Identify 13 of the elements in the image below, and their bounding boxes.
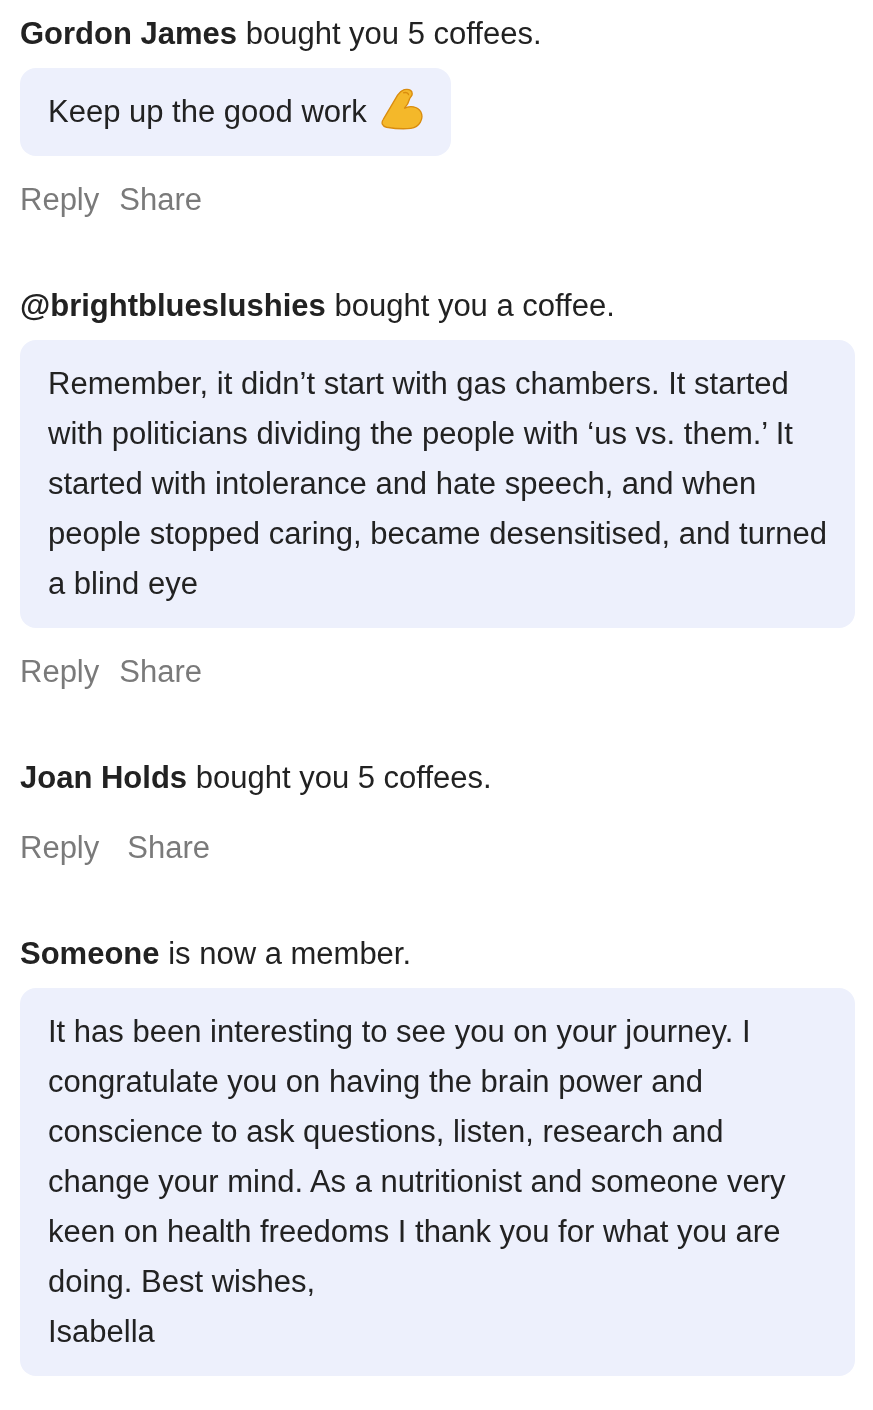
share-button[interactable]: Share xyxy=(127,828,210,868)
message-bubble: It has been interesting to see you on your journey. I congratulate you on having the brain power and conscience to ask questions, listen, research and change your mind. As a nutritionist and someone very keen on health freedoms I thank you for what you are doing. Best wishes, Isabella xyxy=(20,988,855,1376)
notification-text: Someone is now a member. xyxy=(20,935,412,973)
reply-button[interactable]: Reply xyxy=(20,652,100,692)
message-bubble: Remember, it didn’t start with gas chambers. It started with politicians dividing the people with ‘us vs. them.’ It started with intolerance and hate speech, and when people stopped caring, became desensitised, and turned a blind eye xyxy=(20,340,855,628)
notification-text: @brightblueslushies bought you a coffee. xyxy=(20,287,615,325)
reply-button[interactable]: Reply xyxy=(20,180,100,220)
message-bubble: Keep up the good work xyxy=(20,68,451,156)
share-button[interactable]: Share xyxy=(119,180,202,220)
reply-button[interactable]: Reply xyxy=(20,828,100,868)
share-button[interactable]: Share xyxy=(119,652,202,692)
notification-text: Gordon James bought you 5 coffees. xyxy=(20,15,542,53)
notification-text: Joan Holds bought you 5 coffees. xyxy=(20,759,492,797)
